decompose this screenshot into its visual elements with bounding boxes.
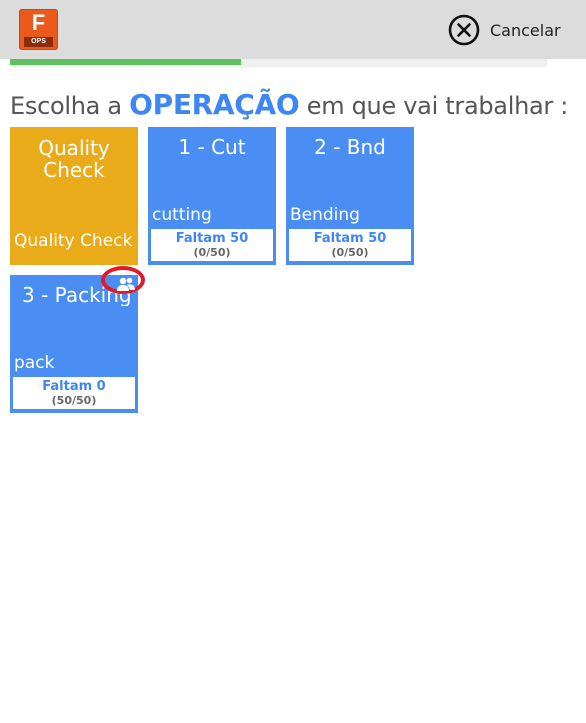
operation-status: Faltam 50 (0/50) — [151, 229, 273, 261]
operation-title-line2: Check — [43, 158, 105, 181]
operation-title-line1: Quality — [38, 137, 110, 160]
operation-status: Faltam 50 (0/50) — [289, 229, 411, 261]
cancel-button[interactable]: Cancelar — [448, 12, 561, 48]
progress-fill — [10, 59, 241, 65]
operation-title: Quality Check — [10, 137, 138, 181]
operation-count: (0/50) — [331, 246, 369, 259]
users-icon[interactable] — [116, 276, 136, 292]
close-circle-icon — [448, 14, 480, 46]
operation-remaining: Faltam 50 — [175, 231, 249, 246]
operation-description: Quality Check — [14, 231, 133, 251]
page-heading: Escolha a OPERAÇÃO em que vai trabalhar … — [10, 88, 568, 121]
operation-card-quality-check[interactable]: Quality Check Quality Check — [10, 127, 138, 265]
logo-sub: OPS — [24, 37, 53, 47]
operation-card-cut[interactable]: 1 - Cut cutting Faltam 50 (0/50) — [148, 127, 276, 265]
operation-card-bnd[interactable]: 2 - Bnd Bending Faltam 50 (0/50) — [286, 127, 414, 265]
heading-prefix: Escolha a — [10, 92, 130, 120]
operation-count: (50/50) — [51, 394, 97, 407]
cancel-label: Cancelar — [490, 20, 561, 40]
operation-remaining: Faltam 0 — [42, 379, 106, 394]
operation-remaining: Faltam 50 — [313, 231, 387, 246]
operation-title: 1 - Cut — [178, 136, 246, 158]
app-logo: F OPS — [19, 9, 58, 50]
progress-bar — [10, 59, 547, 65]
heading-suffix: em que vai trabalhar : — [299, 92, 569, 120]
operation-card-packing[interactable]: 3 - Packing pack Faltam 0 (50/50) — [10, 275, 138, 413]
top-bar: F OPS Cancelar — [0, 0, 586, 59]
logo-letter: F — [31, 10, 46, 35]
operation-description: cutting — [152, 205, 212, 225]
operation-count: (0/50) — [193, 246, 231, 259]
operation-description: pack — [14, 353, 55, 373]
heading-keyword: OPERAÇÃO — [129, 88, 300, 121]
operation-description: Bending — [290, 205, 360, 225]
operation-title: 2 - Bnd — [314, 136, 386, 158]
operation-status: Faltam 0 (50/50) — [13, 377, 135, 409]
